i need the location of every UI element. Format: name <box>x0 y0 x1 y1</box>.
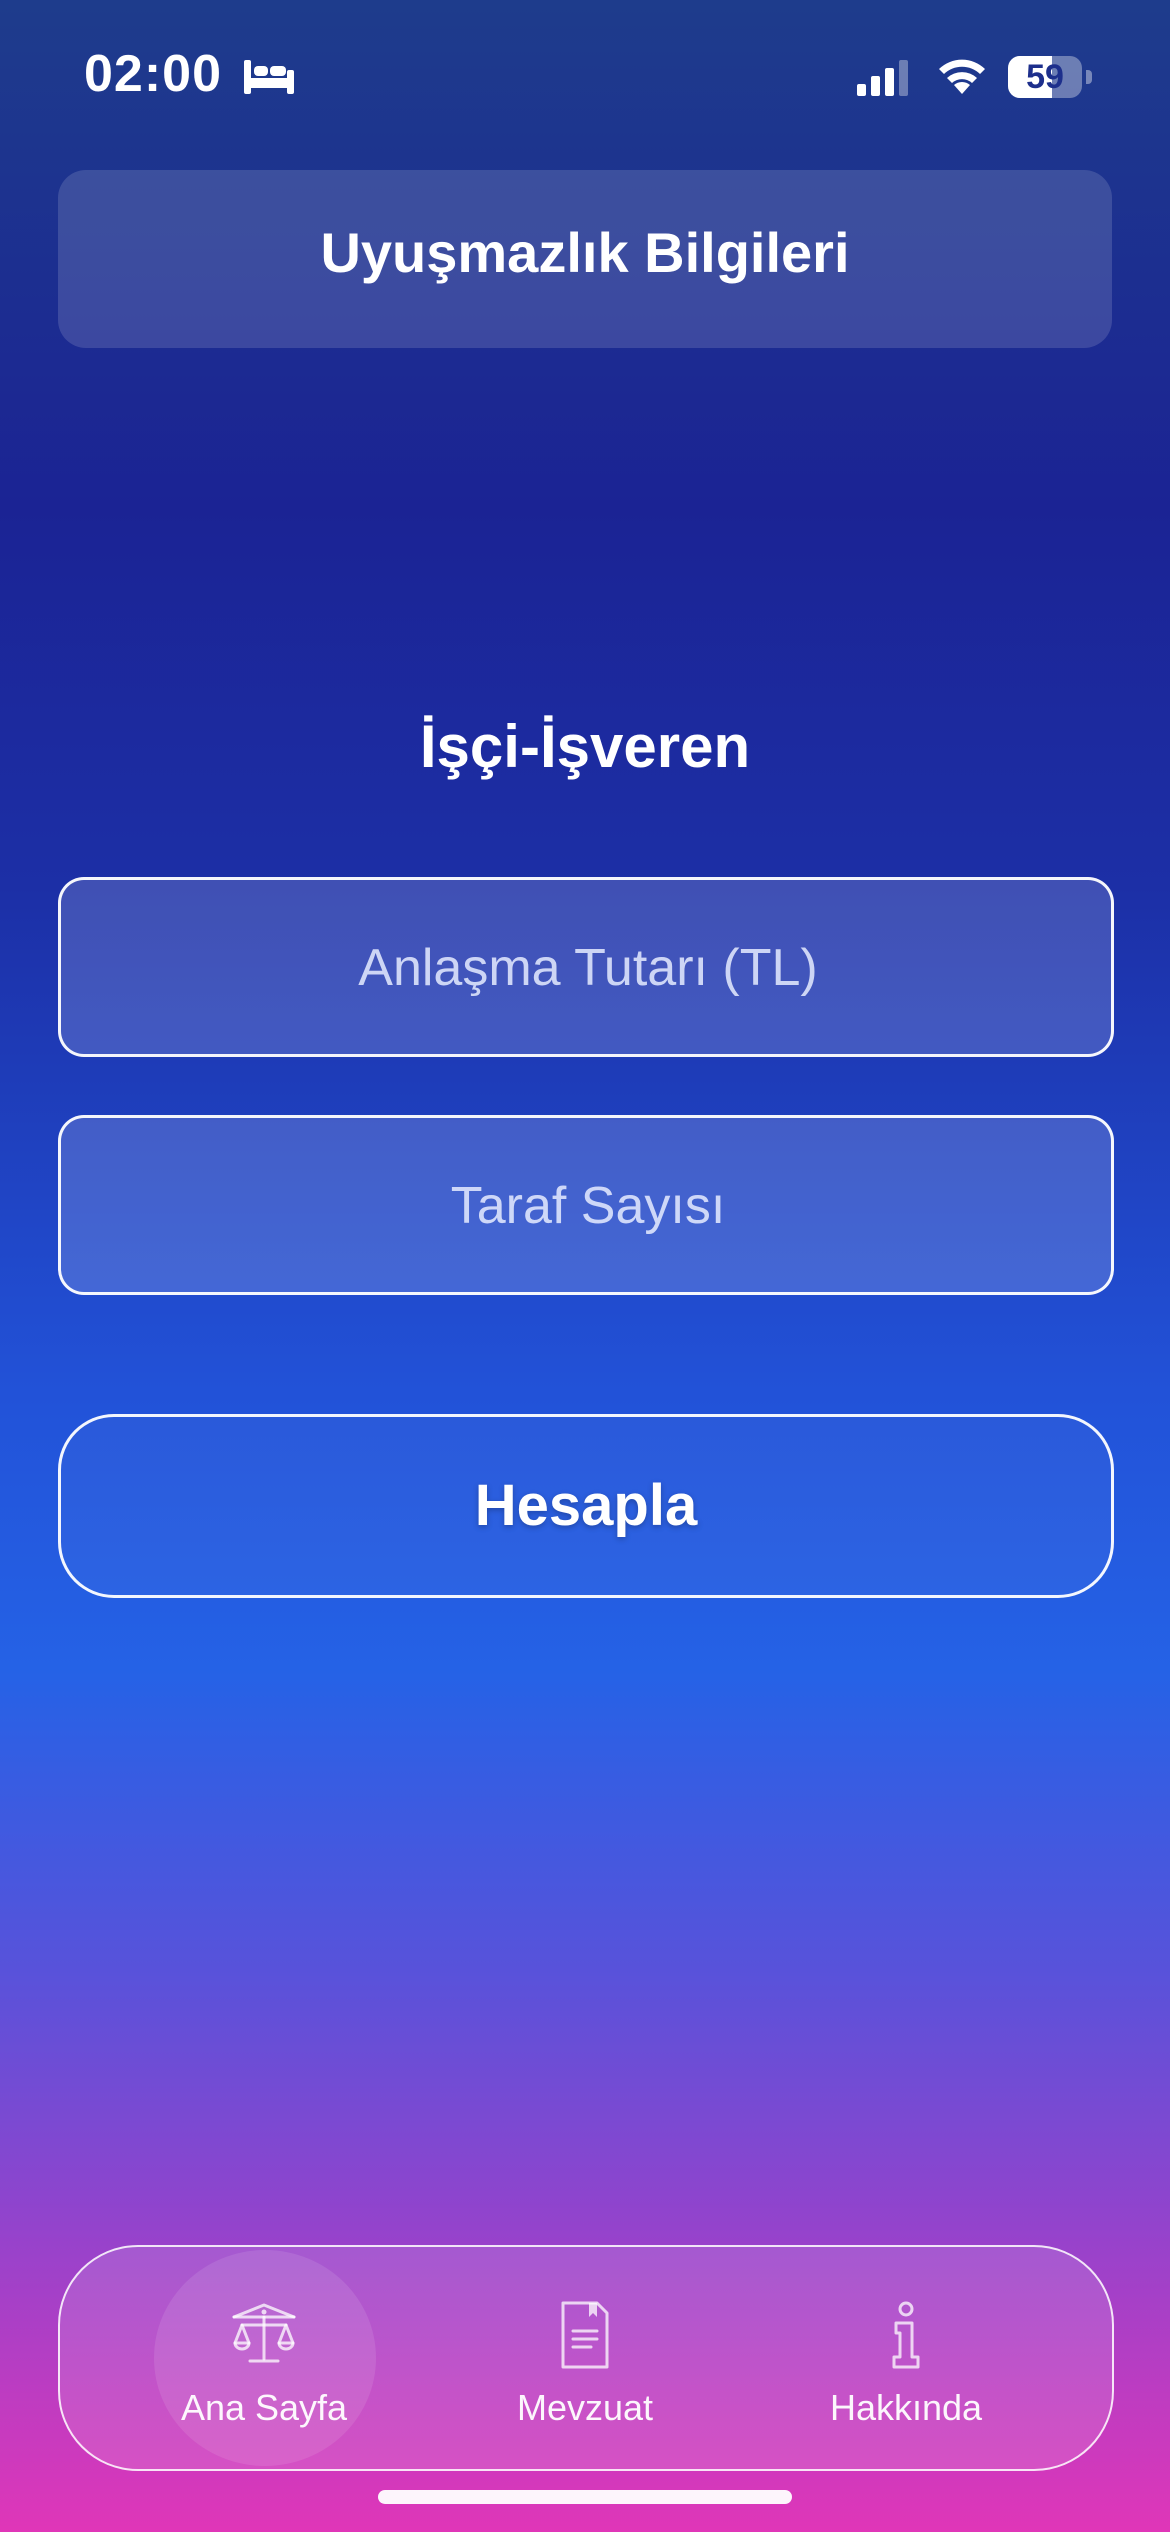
section-title: İşçi-İşveren <box>419 713 751 780</box>
status-bar: 02:00 59 <box>0 0 1170 150</box>
calculate-button-label: Hesapla <box>474 1473 698 1538</box>
tab-ana-sayfa[interactable]: Ana Sayfa <box>134 2247 394 2469</box>
tab-bar: Ana Sayfa Mevzuat Hakkında <box>58 2245 1114 2471</box>
page-title: Uyuşmazlık Bilgileri <box>320 221 850 284</box>
battery-body: 59 <box>1008 56 1082 98</box>
sleep-bed-icon <box>244 60 294 94</box>
tab-label-ana-sayfa: Ana Sayfa <box>180 2387 348 2428</box>
document-icon <box>561 2301 609 2369</box>
scales-icon <box>232 2303 296 2363</box>
parties-field[interactable] <box>58 1115 1115 1295</box>
wifi-icon <box>939 59 985 94</box>
tab-label-mevzuat: Mevzuat <box>516 2387 654 2428</box>
battery-level: 59 <box>1026 58 1064 96</box>
tab-mevzuat[interactable]: Mevzuat <box>455 2247 715 2469</box>
status-time: 02:00 <box>84 45 222 103</box>
header-card: Uyuşmazlık Bilgileri <box>58 170 1112 348</box>
calculate-button[interactable]: Hesapla <box>58 1414 1114 1598</box>
info-icon <box>892 2301 920 2369</box>
battery-cap <box>1086 70 1092 84</box>
home-indicator <box>378 2490 792 2504</box>
amount-field[interactable] <box>58 877 1115 1057</box>
battery-indicator: 59 <box>1008 56 1092 98</box>
cellular-signal-icon <box>857 60 908 96</box>
tab-hakkinda[interactable]: Hakkında <box>776 2247 1036 2469</box>
parties-input[interactable] <box>61 1118 1115 1294</box>
tab-label-hakkinda: Hakkında <box>829 2387 983 2428</box>
amount-input[interactable] <box>61 880 1115 1056</box>
